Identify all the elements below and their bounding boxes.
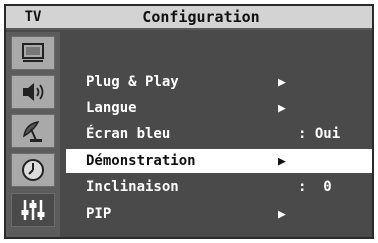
menu-item-inclinaison[interactable]: Inclinaison : 0 [66,175,372,199]
submenu-arrow-icon: ▶ [278,74,286,90]
menu-item-plug-and-play[interactable]: Plug & Play ▶ [66,70,372,94]
picture-icon[interactable] [11,36,55,70]
menu-item-demonstration[interactable]: Démonstration ▶ [66,149,372,173]
tv-label: TV [24,9,42,25]
menu-item-value: : 0 [298,179,332,195]
submenu-arrow-icon: ▶ [278,100,286,116]
menu-item-label: PIP [86,206,112,222]
speaker-icon[interactable] [11,75,55,109]
category-sidebar [6,32,60,237]
menu-item-value: : Oui [298,126,341,142]
menu-item-pip[interactable]: PIP ▶ [66,202,372,226]
settings-sliders-icon[interactable] [11,193,55,227]
menu-item-label: Langue [86,100,137,116]
menu-item-langue[interactable]: Langue ▶ [66,96,372,120]
menu-title: Configuration [142,8,260,26]
menu-item-label: Plug & Play [86,74,179,90]
menu-header: TV Configuration [6,6,372,30]
menu-content: Plug & Play ▶ Langue ▶ Écran bleu : Oui … [66,32,372,237]
menu-item-label: Écran bleu [86,126,171,142]
submenu-arrow-icon: ▶ [278,153,286,169]
menu-item-label: Inclinaison [86,179,179,195]
menu-item-label: Démonstration [86,153,196,169]
antenna-icon[interactable] [11,114,55,148]
submenu-arrow-icon: ▶ [278,206,286,222]
osd-menu-window: TV Configuration Plug & Play ▶ Langue ▶ … [4,4,374,239]
menu-item-ecran-bleu[interactable]: Écran bleu : Oui [66,122,372,146]
clock-icon[interactable] [11,153,55,187]
